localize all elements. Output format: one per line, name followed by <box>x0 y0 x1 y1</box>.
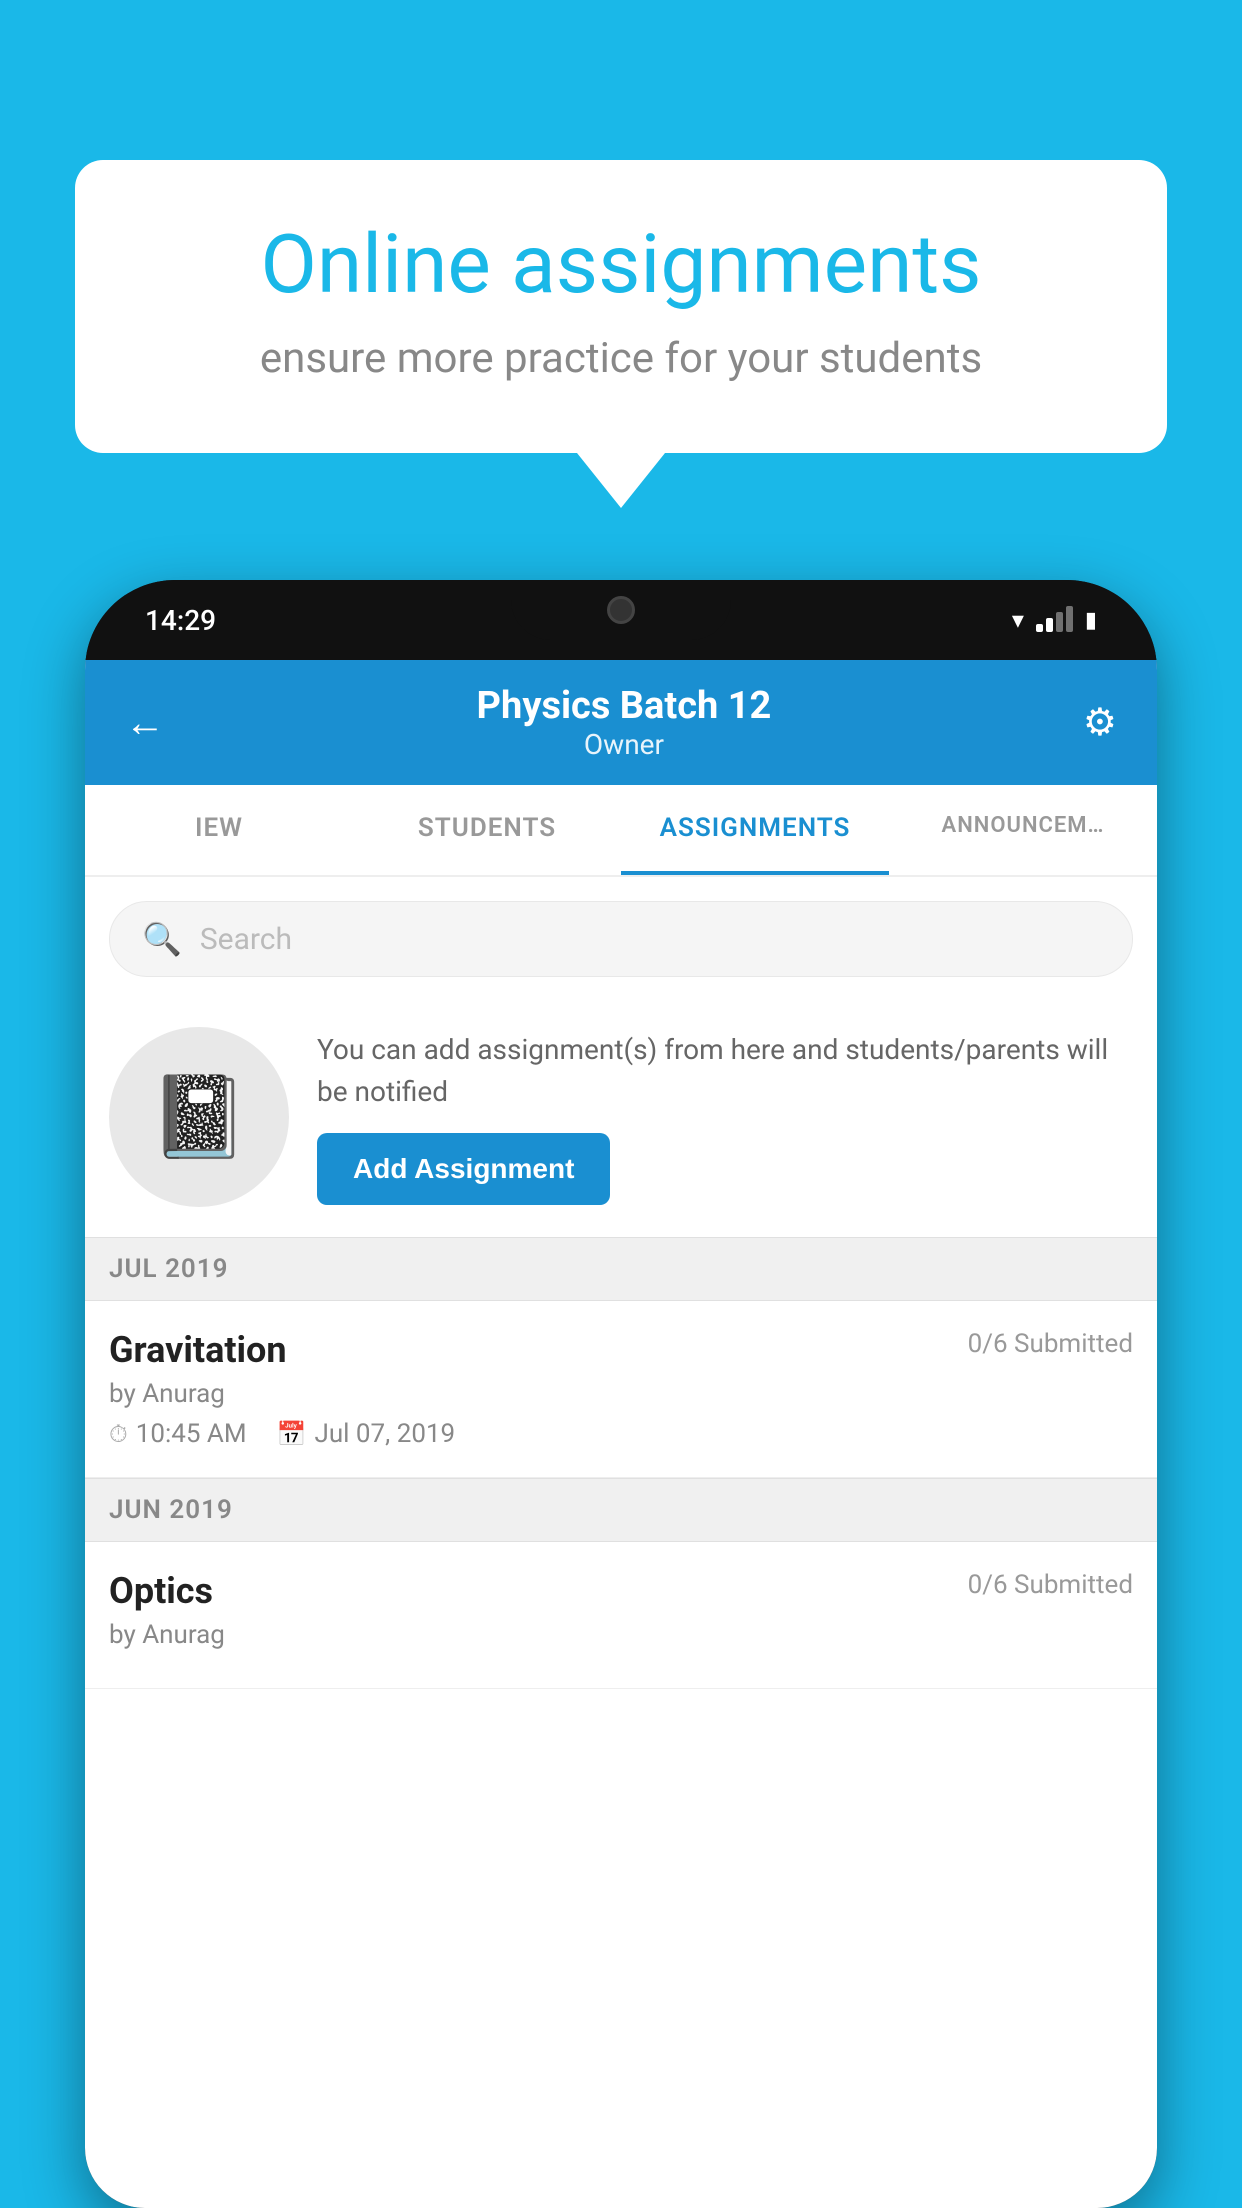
assignment-time-value: 10:45 AM <box>136 1419 247 1449</box>
status-icons: ▾ ▮ <box>1012 606 1097 634</box>
clock-icon: ⏱ <box>109 1420 128 1448</box>
promo-section: 📓 You can add assignment(s) from here an… <box>85 997 1157 1237</box>
app-header: ← Physics Batch 12 Owner ⚙ <box>85 660 1157 785</box>
tab-students[interactable]: STUDENTS <box>353 785 621 875</box>
speech-bubble: Online assignments ensure more practice … <box>75 160 1167 453</box>
status-bar: 14:29 ▾ ▮ <box>85 580 1157 660</box>
assignment-status-optics: 0/6 Submitted <box>968 1570 1133 1600</box>
speech-bubble-subtitle: ensure more practice for your students <box>155 334 1087 383</box>
battery-icon: ▮ <box>1085 608 1097 633</box>
assignment-author-optics: by Anurag <box>109 1620 1133 1650</box>
assignment-date-value: Jul 07, 2019 <box>314 1419 455 1449</box>
batch-title: Physics Batch 12 <box>477 684 772 728</box>
assignment-author-gravitation: by Anurag <box>109 1379 1133 1409</box>
speech-bubble-title: Online assignments <box>155 220 1087 310</box>
add-assignment-button[interactable]: Add Assignment <box>317 1133 610 1205</box>
promo-description: You can add assignment(s) from here and … <box>317 1029 1133 1113</box>
wifi-icon: ▾ <box>1012 606 1024 634</box>
back-button[interactable]: ← <box>125 703 165 743</box>
tab-iew[interactable]: IEW <box>85 785 353 875</box>
phone-notch <box>511 580 731 640</box>
assignment-item-gravitation[interactable]: Gravitation 0/6 Submitted by Anurag ⏱ 10… <box>85 1301 1157 1478</box>
section-header-jul: JUL 2019 <box>85 1237 1157 1301</box>
section-header-jun: JUN 2019 <box>85 1478 1157 1542</box>
assignment-title-gravitation: Gravitation <box>109 1329 287 1371</box>
assignment-status-gravitation: 0/6 Submitted <box>968 1329 1133 1359</box>
assignment-top-row: Gravitation 0/6 Submitted <box>109 1329 1133 1371</box>
tab-announcements[interactable]: ANNOUNCEM… <box>889 785 1157 875</box>
assignment-item-optics[interactable]: Optics 0/6 Submitted by Anurag <box>85 1542 1157 1689</box>
app-content: ← Physics Batch 12 Owner ⚙ IEW STUDENTS … <box>85 660 1157 2208</box>
speech-bubble-container: Online assignments ensure more practice … <box>75 160 1167 508</box>
batch-role: Owner <box>477 728 772 761</box>
assignment-date: 📅 Jul 07, 2019 <box>277 1419 456 1449</box>
assignment-top-row-optics: Optics 0/6 Submitted <box>109 1570 1133 1612</box>
calendar-icon: 📅 <box>277 1420 307 1448</box>
assignment-time: ⏱ 10:45 AM <box>109 1419 247 1449</box>
status-time: 14:29 <box>145 604 216 637</box>
assignment-title-optics: Optics <box>109 1570 213 1612</box>
phone-screen: ← Physics Batch 12 Owner ⚙ IEW STUDENTS … <box>85 660 1157 2208</box>
promo-icon-circle: 📓 <box>109 1027 289 1207</box>
phone-frame: 14:29 ▾ ▮ ← Physics Batch 12 Owner <box>85 580 1157 2208</box>
tabs-bar: IEW STUDENTS ASSIGNMENTS ANNOUNCEM… <box>85 785 1157 877</box>
assignment-meta-gravitation: ⏱ 10:45 AM 📅 Jul 07, 2019 <box>109 1419 1133 1449</box>
search-placeholder: Search <box>200 922 292 957</box>
speech-bubble-arrow <box>577 453 665 508</box>
tab-assignments[interactable]: ASSIGNMENTS <box>621 785 889 875</box>
signal-icon <box>1036 608 1073 632</box>
search-bar[interactable]: 🔍 Search <box>109 901 1133 977</box>
front-camera <box>607 596 635 624</box>
header-center: Physics Batch 12 Owner <box>477 684 772 761</box>
search-icon: 🔍 <box>142 920 182 958</box>
settings-icon[interactable]: ⚙ <box>1083 700 1117 745</box>
promo-text: You can add assignment(s) from here and … <box>317 1029 1133 1205</box>
notebook-icon: 📓 <box>149 1070 249 1164</box>
